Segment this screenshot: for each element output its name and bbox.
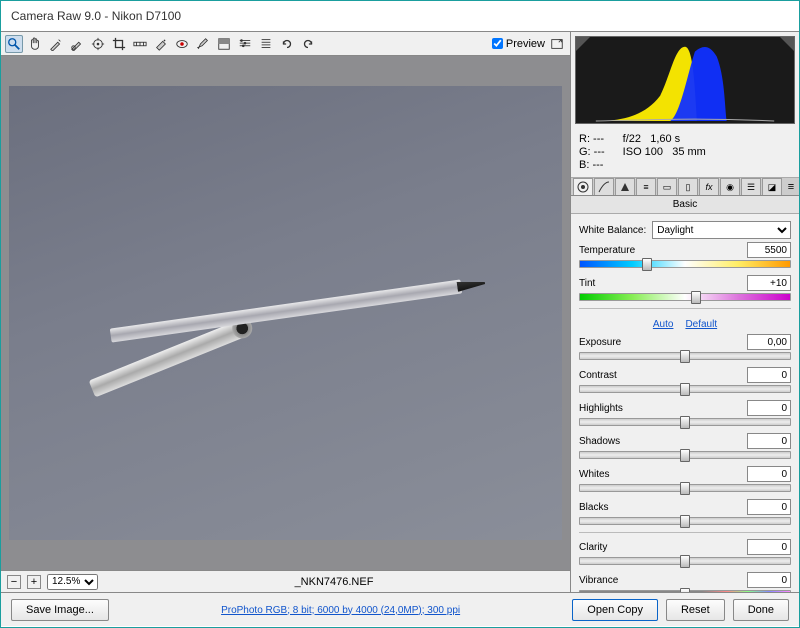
toolbar: Preview (1, 32, 570, 56)
contrast-value[interactable] (747, 367, 791, 383)
highlights-label: Highlights (579, 403, 623, 414)
window-title: Camera Raw 9.0 - Nikon D7100 (1, 1, 799, 31)
vibrance-value[interactable] (747, 572, 791, 588)
status-bar: − + 12.5% _NKN7476.NEF (1, 570, 570, 592)
contrast-slider[interactable] (579, 385, 791, 393)
tab-snapshots[interactable]: ◪ (762, 178, 782, 195)
open-copy-button[interactable]: Open Copy (572, 599, 658, 621)
workflow-link[interactable]: ProPhoto RGB; 8 bit; 6000 by 4000 (24,0M… (221, 605, 460, 616)
clarity-label: Clarity (579, 542, 607, 553)
spot-removal-tool[interactable] (152, 35, 170, 53)
preferences-tool[interactable] (257, 35, 275, 53)
exposure-value[interactable] (747, 334, 791, 350)
shadows-value[interactable] (747, 433, 791, 449)
vibrance-slider[interactable] (579, 590, 791, 592)
straighten-tool[interactable] (131, 35, 149, 53)
redeye-tool[interactable] (173, 35, 191, 53)
tab-hsl[interactable]: ≡ (636, 178, 656, 195)
temperature-slider[interactable] (579, 260, 791, 268)
whites-slider[interactable] (579, 484, 791, 492)
exposure-slider[interactable] (579, 352, 791, 360)
done-button[interactable]: Done (733, 599, 789, 621)
clarity-value[interactable] (747, 539, 791, 555)
tint-label: Tint (579, 278, 595, 289)
shadows-slider[interactable] (579, 451, 791, 459)
tint-value[interactable] (747, 275, 791, 291)
crop-tool[interactable] (110, 35, 128, 53)
tab-presets[interactable]: ☰ (741, 178, 761, 195)
fullscreen-toggle[interactable] (548, 35, 566, 53)
blacks-value[interactable] (747, 499, 791, 515)
shadow-clip-icon[interactable] (576, 37, 590, 51)
tab-basic[interactable] (573, 178, 593, 195)
tab-lens[interactable]: ▯ (678, 178, 698, 195)
wb-label: White Balance: (579, 225, 646, 236)
reset-button[interactable]: Reset (666, 599, 725, 621)
footer: Save Image... ProPhoto RGB; 8 bit; 6000 … (1, 592, 799, 626)
white-balance-select[interactable]: Daylight (652, 221, 791, 239)
whites-value[interactable] (747, 466, 791, 482)
filename-label: _NKN7476.NEF (104, 576, 564, 588)
shadows-label: Shadows (579, 436, 620, 447)
highlights-slider[interactable] (579, 418, 791, 426)
clarity-slider[interactable] (579, 557, 791, 565)
hand-tool[interactable] (26, 35, 44, 53)
zoom-out-button[interactable]: − (7, 575, 21, 589)
temperature-value[interactable] (747, 242, 791, 258)
whites-label: Whites (579, 469, 610, 480)
exposure-label: Exposure (579, 337, 621, 348)
tint-slider[interactable] (579, 293, 791, 301)
rotate-ccw-tool[interactable] (278, 35, 296, 53)
auto-link[interactable]: Auto (653, 319, 674, 330)
zoom-select[interactable]: 12.5% (47, 574, 98, 590)
temperature-label: Temperature (579, 245, 635, 256)
histogram[interactable] (575, 36, 795, 124)
color-sampler-tool[interactable] (68, 35, 86, 53)
highlights-value[interactable] (747, 400, 791, 416)
blacks-slider[interactable] (579, 517, 791, 525)
photo-preview (9, 86, 562, 540)
default-link[interactable]: Default (685, 319, 717, 330)
vibrance-label: Vibrance (579, 575, 618, 586)
contrast-label: Contrast (579, 370, 617, 381)
tab-fx[interactable]: fx (699, 178, 719, 195)
rotate-cw-tool[interactable] (299, 35, 317, 53)
panel-title: Basic (571, 196, 799, 214)
panel-tabs: ≡ ▭ ▯ fx ◉ ☰ ◪ ≡ (571, 178, 799, 196)
image-canvas[interactable] (1, 56, 570, 570)
preview-checkbox[interactable]: Preview (492, 38, 545, 50)
adjustment-brush-tool[interactable] (194, 35, 212, 53)
zoom-in-button[interactable]: + (27, 575, 41, 589)
blacks-label: Blacks (579, 502, 608, 513)
info-readout: R: --- G: --- B: --- f/22 1,60 s ISO 100… (571, 128, 799, 178)
targeted-adjust-tool[interactable] (89, 35, 107, 53)
white-balance-tool[interactable] (47, 35, 65, 53)
graduated-filter-tool[interactable] (215, 35, 233, 53)
zoom-tool[interactable] (5, 35, 23, 53)
tab-detail[interactable] (615, 178, 635, 195)
radial-filter-tool[interactable] (236, 35, 254, 53)
highlight-clip-icon[interactable] (780, 37, 794, 51)
tab-split[interactable]: ▭ (657, 178, 677, 195)
tab-curve[interactable] (594, 178, 614, 195)
tab-camera[interactable]: ◉ (720, 178, 740, 195)
save-image-button[interactable]: Save Image... (11, 599, 109, 621)
basic-panel: White Balance: Daylight Temperature Tint… (571, 214, 799, 592)
panel-menu-icon[interactable]: ≡ (783, 178, 799, 195)
